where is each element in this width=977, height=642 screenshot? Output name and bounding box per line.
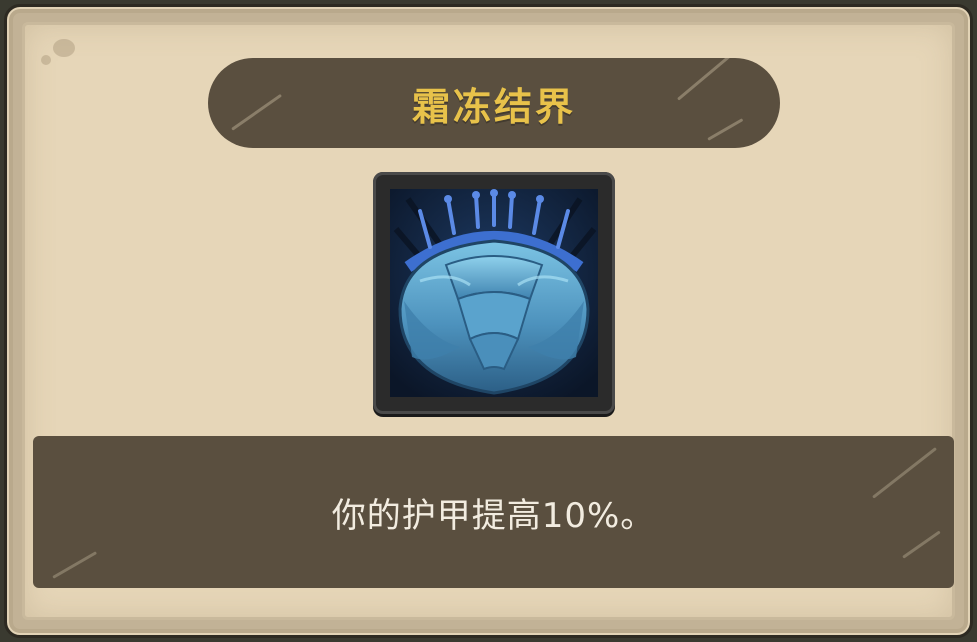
skill-info-card: 霜冻结界 你的护甲提高10%。 [0,0,977,642]
skill-icon-frame [373,172,615,414]
panel-scratch [902,530,941,559]
panel-scratch [52,551,98,579]
description-panel: 你的护甲提高10%。 [33,436,954,588]
parchment-stain [53,39,75,57]
skill-title: 霜冻结界 [411,84,576,129]
skill-description: 你的护甲提高10%。 [331,495,656,536]
banner-scratch [707,118,744,141]
frost-armor-shield-icon [390,189,598,397]
banner-scratch [677,58,733,101]
parchment-stain [41,55,51,65]
banner-scratch [231,93,283,131]
panel-scratch [872,447,937,499]
title-banner: 霜冻结界 [208,58,780,148]
